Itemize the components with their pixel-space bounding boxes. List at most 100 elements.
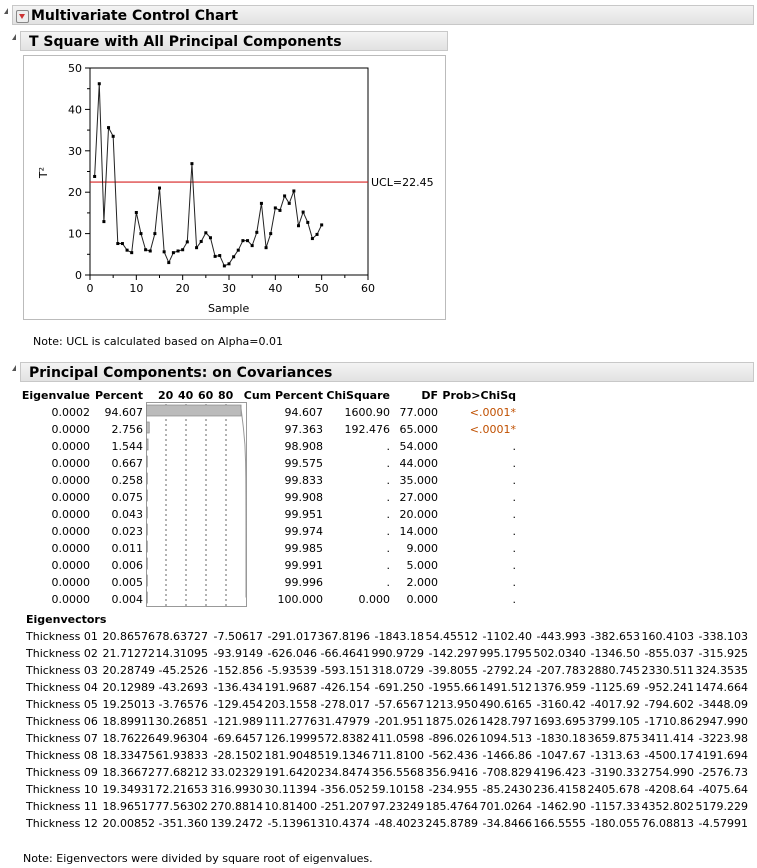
eigenvector-cell: 72.21653 bbox=[155, 783, 209, 796]
eigenvector-cell: 4352.802 bbox=[641, 800, 695, 813]
cell-prob: . bbox=[512, 525, 517, 538]
eigenvector-cell: -1102.40 bbox=[482, 630, 532, 643]
eigenvector-row-label: Thickness 11 bbox=[26, 800, 98, 813]
eigenvector-cell: 59.10158 bbox=[371, 783, 425, 796]
cell-prob: . bbox=[512, 457, 517, 470]
data-point bbox=[283, 194, 287, 198]
y-tick-label: 30 bbox=[68, 145, 82, 158]
eigenvector-cell: 49.96304 bbox=[155, 732, 209, 745]
data-point bbox=[181, 248, 185, 252]
cell-chi: . bbox=[386, 457, 391, 470]
cell-chi: 192.476 bbox=[344, 423, 391, 436]
bar-frame bbox=[146, 402, 247, 607]
eigenvector-cell: 1376.959 bbox=[533, 681, 587, 694]
eigenvector-cell: 18.36672 bbox=[102, 766, 156, 779]
eigenvector-cell: -43.2693 bbox=[158, 681, 208, 694]
eigenvector-cell: -351.360 bbox=[158, 817, 208, 830]
eigenvector-cell: -34.8466 bbox=[482, 817, 532, 830]
data-point bbox=[269, 232, 273, 236]
data-point bbox=[185, 240, 189, 244]
cell-pct: 0.075 bbox=[111, 491, 144, 504]
data-point bbox=[97, 82, 101, 86]
eigenvector-cell: -794.602 bbox=[644, 698, 694, 711]
pca-header[interactable]: Principal Components: on Covariances bbox=[20, 362, 754, 382]
eigenvector-cell: 2330.511 bbox=[641, 664, 695, 677]
eigenvector-cell: 18.96517 bbox=[102, 800, 156, 813]
eigenvector-cell: -1125.69 bbox=[590, 681, 640, 694]
eigenvector-cell: -1843.18 bbox=[374, 630, 424, 643]
eigenvector-cell: 2405.678 bbox=[587, 783, 641, 796]
eigenvector-cell: 191.6420 bbox=[264, 766, 318, 779]
eigenvector-cell: 166.5555 bbox=[533, 817, 587, 830]
cell-chi: . bbox=[386, 525, 391, 538]
cell-df: 77.000 bbox=[399, 406, 439, 419]
eigenvector-cell: 3411.414 bbox=[641, 732, 695, 745]
report-header[interactable]: Multivariate Control Chart bbox=[12, 5, 754, 25]
eigenvector-cell: 236.4158 bbox=[533, 783, 587, 796]
cell-df: 9.000 bbox=[406, 542, 439, 555]
data-point bbox=[134, 210, 138, 214]
data-point bbox=[297, 224, 300, 228]
x-tick-label: 30 bbox=[222, 282, 236, 295]
outline-collapse-icon[interactable] bbox=[12, 34, 16, 40]
eigenvector-cell: 77.68212 bbox=[155, 766, 209, 779]
data-point bbox=[171, 251, 175, 255]
eigenvector-cell: 78.63727 bbox=[155, 630, 209, 643]
cell-pct: 0.004 bbox=[111, 593, 144, 606]
column-header-pct: Percent bbox=[94, 389, 143, 402]
data-point bbox=[120, 242, 124, 246]
cell-chi: . bbox=[386, 559, 391, 572]
eigenvector-cell: -142.297 bbox=[428, 647, 478, 660]
eigenvector-cell: -1047.67 bbox=[536, 749, 586, 762]
eigenvector-cell: -28.1502 bbox=[213, 749, 263, 762]
data-point bbox=[292, 189, 296, 193]
eigenvector-cell: -152.856 bbox=[213, 664, 263, 677]
eigenvector-cell: 111.2776 bbox=[264, 715, 318, 728]
report-title: Multivariate Control Chart bbox=[31, 8, 239, 24]
eigenvector-cell: -3.76576 bbox=[158, 698, 208, 711]
percent-bar bbox=[146, 472, 148, 485]
eigenvector-cell: 14.31095 bbox=[155, 647, 209, 660]
eigenvector-cell: 61.93833 bbox=[155, 749, 209, 762]
eigenvector-cell: 519.1346 bbox=[317, 749, 371, 762]
eigenvector-cell: 10.81400 bbox=[264, 800, 318, 813]
cell-prob: . bbox=[512, 593, 517, 606]
eigenvector-cell: 2947.990 bbox=[695, 715, 749, 728]
eigenvector-cell: -593.151 bbox=[320, 664, 370, 677]
eigenvector-cell: -855.037 bbox=[644, 647, 694, 660]
y-tick-label: 20 bbox=[68, 186, 82, 199]
cell-prob: . bbox=[512, 542, 517, 555]
cell-pct: 0.043 bbox=[111, 508, 144, 521]
outline-collapse-icon[interactable] bbox=[4, 8, 8, 14]
data-point bbox=[162, 250, 166, 254]
data-point bbox=[107, 126, 111, 130]
cell-prob: . bbox=[512, 474, 517, 487]
tsquare-header[interactable]: T Square with All Principal Components bbox=[20, 31, 448, 51]
cell-prob: <.0001* bbox=[469, 406, 516, 419]
eigenvector-cell: -1462.90 bbox=[536, 800, 586, 813]
data-point bbox=[102, 220, 106, 224]
red-triangle-menu-icon[interactable] bbox=[16, 10, 29, 23]
eigenvector-cell: -2576.73 bbox=[698, 766, 748, 779]
eigenvector-cell: -443.993 bbox=[536, 630, 586, 643]
eigenvector-cell: 30.11394 bbox=[264, 783, 318, 796]
cell-chi: . bbox=[386, 508, 391, 521]
data-point bbox=[176, 249, 180, 253]
data-point bbox=[139, 232, 143, 236]
eigenvector-cell: 490.6165 bbox=[479, 698, 533, 711]
x-tick-label: 20 bbox=[176, 282, 190, 295]
eigenvector-cell: 77.56302 bbox=[155, 800, 209, 813]
bar-axis-tick-label: 80 bbox=[218, 389, 234, 402]
outline-collapse-icon[interactable] bbox=[12, 365, 16, 371]
cell-prob: . bbox=[512, 508, 517, 521]
data-point bbox=[301, 210, 305, 214]
cell-eig: 0.0002 bbox=[51, 406, 91, 419]
cell-cum: 99.974 bbox=[284, 525, 324, 538]
data-point bbox=[130, 251, 134, 255]
data-point bbox=[125, 248, 129, 252]
eigenvector-cell: -1955.66 bbox=[428, 681, 478, 694]
eigenvector-cell: 18.89911 bbox=[102, 715, 156, 728]
eigenvector-cell: 701.0264 bbox=[479, 800, 533, 813]
cell-df: 54.000 bbox=[399, 440, 439, 453]
cell-df: 2.000 bbox=[406, 576, 439, 589]
